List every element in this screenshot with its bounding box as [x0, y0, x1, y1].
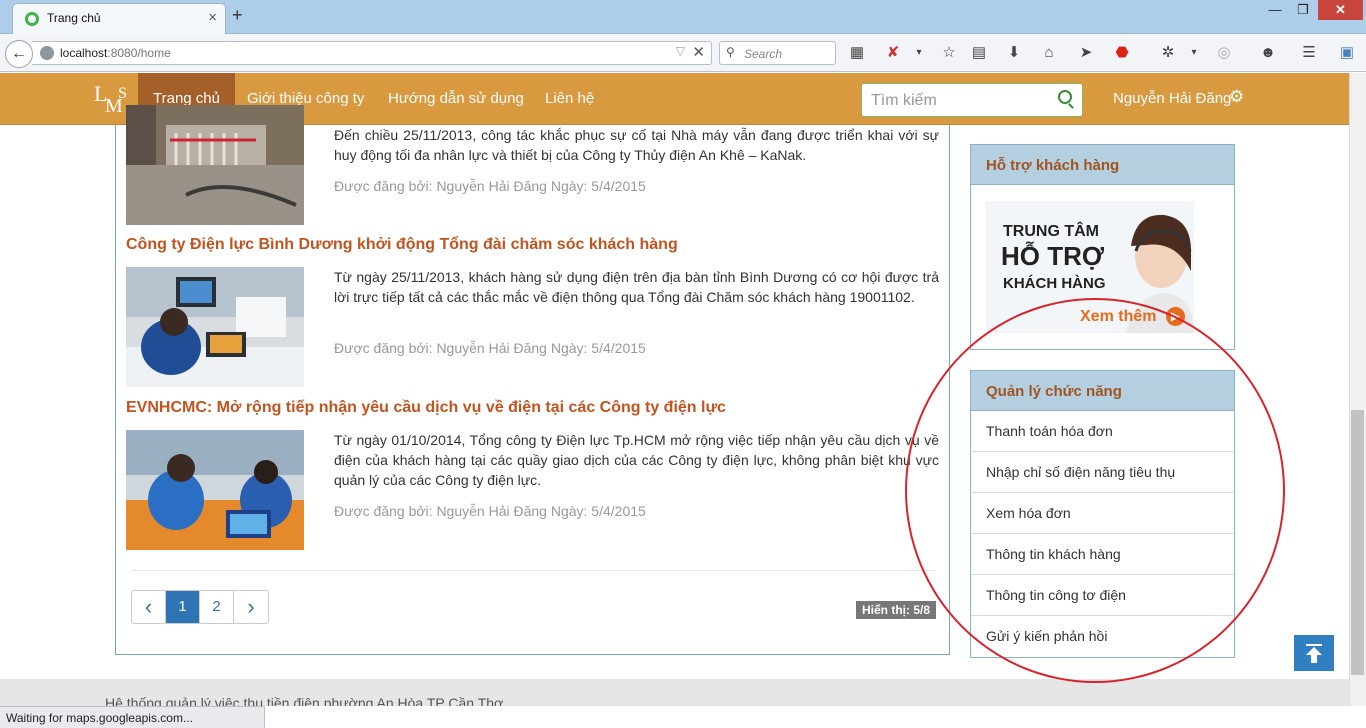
site-footer: Hệ thống quản lý việc thu tiền điện phườ…: [0, 679, 1349, 706]
sync-icon[interactable]: ◎: [1213, 43, 1235, 63]
download-icon[interactable]: ⬇: [1003, 43, 1025, 63]
browser-status-bar: Waiting for maps.googleapis.com...: [0, 706, 265, 728]
post-title[interactable]: EVNHCMC: Mở rộng tiếp nhận yêu cầu dịch …: [126, 399, 726, 417]
tracking-icon[interactable]: ✘: [882, 43, 904, 63]
send-icon[interactable]: ➤: [1075, 43, 1097, 63]
arrow-up-icon: [1306, 644, 1322, 663]
globe-icon: [40, 46, 54, 60]
loading-icon: [25, 12, 39, 26]
gear-icon[interactable]: ⚙: [1229, 87, 1244, 107]
reading-list-icon[interactable]: ▤: [968, 43, 990, 63]
post-meta: Được đăng bởi: Nguyễn Hải Đăng Ngày: 5/4…: [334, 178, 646, 194]
prev-page-button[interactable]: ‹: [132, 591, 166, 623]
footer-text: Hệ thống quản lý việc thu tiền điện phườ…: [105, 695, 504, 706]
support-panel-title: Hỗ trợ khách hàng: [971, 145, 1234, 185]
news-panel: Đến chiều 25/11/2013, công tác khắc phục…: [115, 105, 950, 655]
pagination: ‹ 1 2 ›: [131, 590, 269, 624]
post-title[interactable]: Công ty Điện lực Bình Dương khởi động Tổ…: [126, 236, 678, 254]
tab-title: Trang chủ: [47, 11, 101, 25]
maximize-button[interactable]: ❐: [1290, 0, 1316, 20]
back-to-top-button[interactable]: [1294, 635, 1334, 671]
post-summary: Từ ngày 01/10/2014, Tổng công ty Điện lự…: [334, 432, 939, 488]
close-tab-icon[interactable]: ×: [208, 9, 217, 26]
divider: [131, 570, 936, 571]
post-image-service-desk[interactable]: [126, 430, 304, 550]
post-summary: Từ ngày 25/11/2013, khách hàng sử dụng đ…: [334, 269, 939, 305]
bookmark-star-icon[interactable]: ☆: [938, 43, 960, 63]
page-1-button[interactable]: 1: [166, 591, 200, 623]
user-name[interactable]: Nguyễn Hải Đăng: [1113, 90, 1231, 107]
back-button[interactable]: ←: [5, 40, 33, 68]
annotation-circle: [905, 298, 1285, 683]
post-image-flood[interactable]: [126, 105, 304, 225]
banner-line1: TRUNG TÂM: [1003, 223, 1099, 240]
menu-icon[interactable]: ☰: [1298, 43, 1320, 63]
next-page-button[interactable]: ›: [234, 591, 268, 623]
page-2-button[interactable]: 2: [200, 591, 234, 623]
dropdown-icon[interactable]: ▾: [908, 43, 930, 63]
post-summary: Đến chiều 25/11/2013, công tác khắc phục…: [334, 127, 939, 163]
close-window-button[interactable]: ✕: [1318, 0, 1363, 20]
search-icon[interactable]: [1058, 90, 1072, 104]
browser-search-placeholder: Search: [744, 47, 783, 61]
extension-icon[interactable]: ✲: [1157, 43, 1179, 63]
adblock-icon[interactable]: ⬣: [1111, 43, 1133, 63]
picture-icon[interactable]: ▣: [1336, 43, 1358, 63]
url-dropdown-icon[interactable]: ▽: [676, 44, 685, 58]
home-icon[interactable]: ⌂: [1038, 43, 1060, 63]
banner-line2: HỖ TRỢ: [1001, 241, 1105, 271]
nav-user-guide[interactable]: Hướng dẫn sử dụng: [373, 73, 539, 125]
grid-icon[interactable]: ▦: [846, 43, 868, 63]
nav-contact[interactable]: Liên hệ: [530, 73, 609, 125]
stop-icon[interactable]: ✕: [692, 43, 705, 61]
browser-search-box[interactable]: ⚲ Search: [719, 41, 836, 65]
item-count-badge: Hiển thị: 5/8: [856, 601, 937, 619]
new-tab-button[interactable]: +: [232, 5, 243, 26]
minimize-button[interactable]: —: [1262, 0, 1288, 20]
site-search-input[interactable]: Tìm kiếm: [861, 83, 1083, 117]
browser-tab[interactable]: Trang chủ ×: [12, 3, 226, 34]
post-meta: Được đăng bởi: Nguyễn Hải Đăng Ngày: 5/4…: [334, 340, 646, 356]
post-meta: Được đăng bởi: Nguyễn Hải Đăng Ngày: 5/4…: [334, 503, 646, 519]
site-search-placeholder: Tìm kiếm: [871, 92, 937, 109]
url-text: localhost:8080/home: [60, 46, 171, 60]
scrollbar-thumb[interactable]: [1351, 410, 1364, 675]
chat-icon[interactable]: ☻: [1257, 43, 1279, 63]
search-icon: ⚲: [726, 45, 735, 59]
address-bar[interactable]: localhost:8080/home ▽ ✕: [32, 41, 712, 65]
post-image-call-center[interactable]: [126, 267, 304, 387]
dropdown-icon[interactable]: ▾: [1183, 43, 1205, 63]
banner-line3: KHÁCH HÀNG: [1003, 275, 1106, 292]
